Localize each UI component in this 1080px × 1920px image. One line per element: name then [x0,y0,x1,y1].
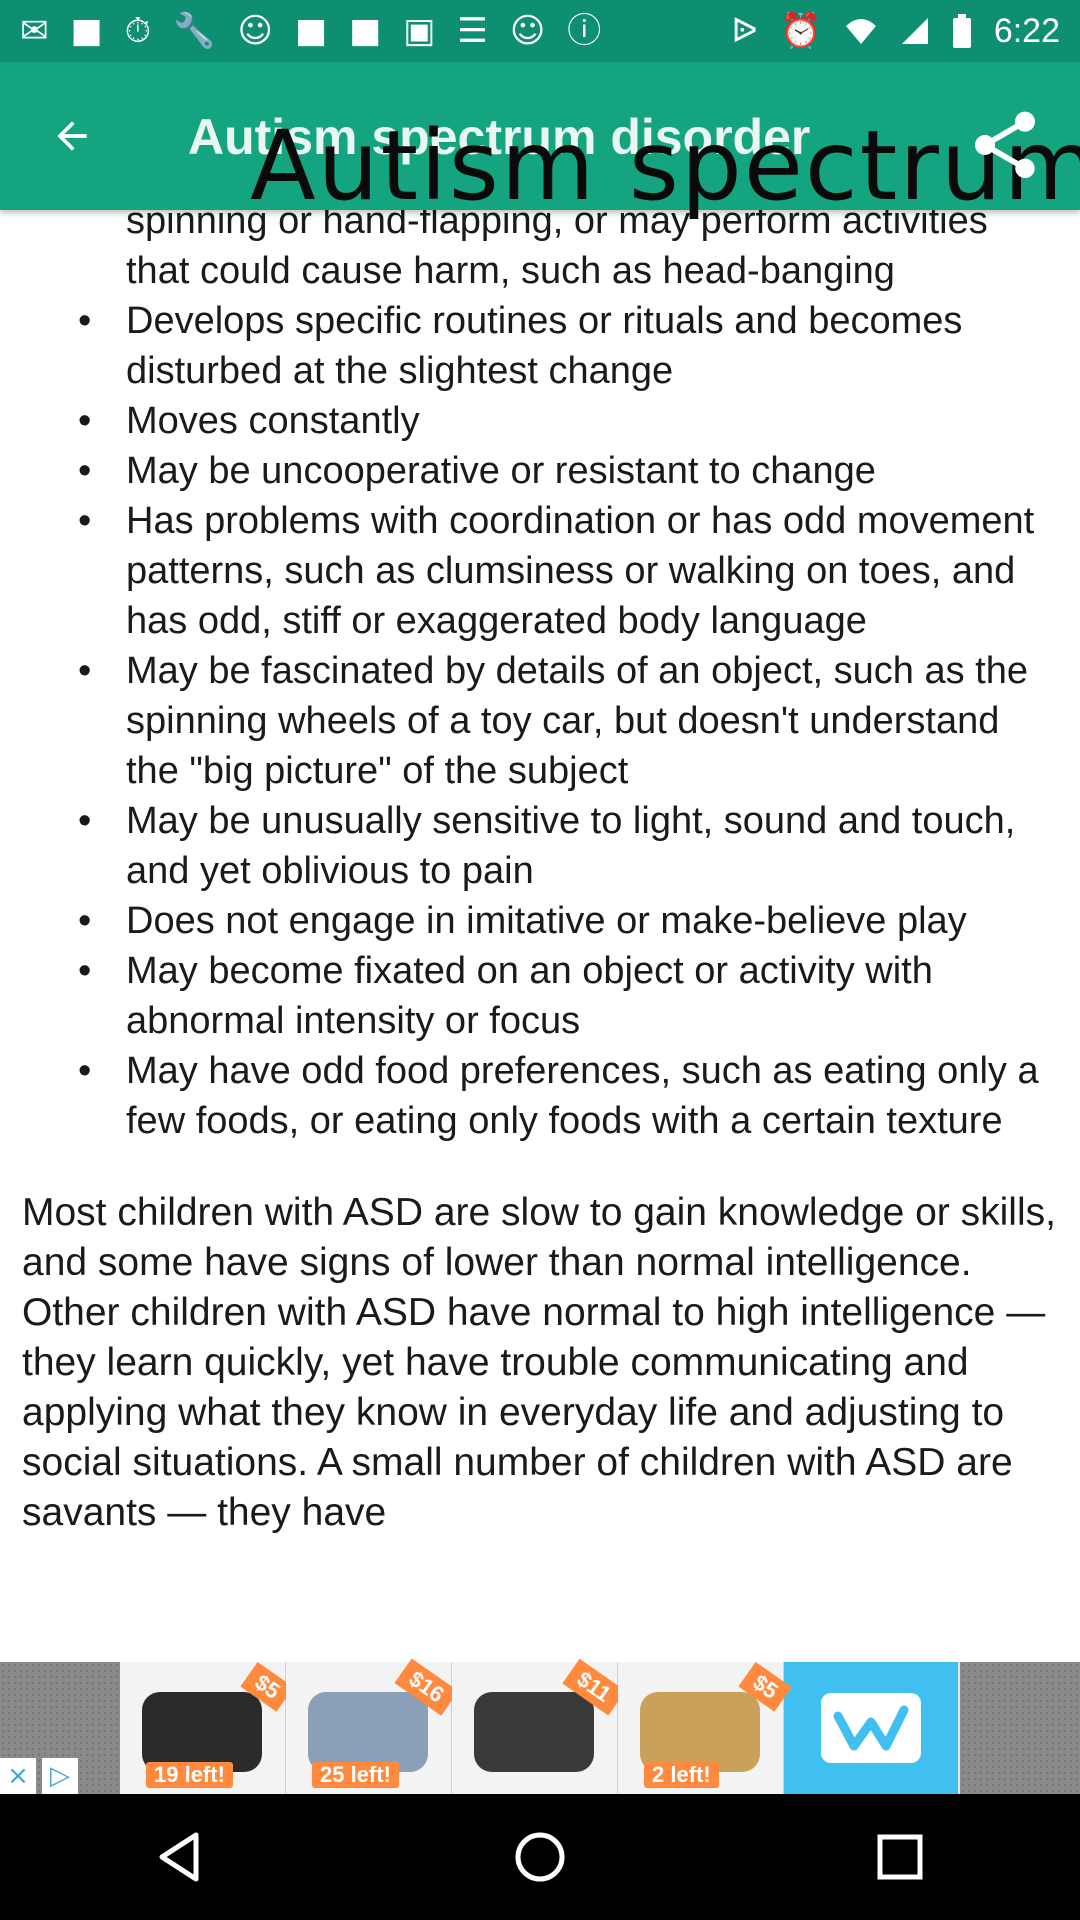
info-icon: ⓘ [567,11,602,51]
ad-stock-tag: 2 left! [644,1762,719,1788]
smiley-icon: ☺ [237,11,273,51]
bluetooth-icon: ᐉ [731,11,758,51]
wish-logo-icon [821,1693,921,1763]
signal-icon [901,18,928,44]
share-icon [975,111,1035,179]
message-icon: ✉ [20,11,49,51]
flipboard-icon: ■ [70,11,103,51]
list-item: Does not engage in imitative or make-bel… [0,896,1060,946]
nav-home-button[interactable] [490,1807,590,1907]
wifi-icon [845,19,876,44]
news-icon: ☰ [457,11,488,51]
clock: 6:22 [993,11,1060,50]
system-icons: ᐉ ⏰ 6:22 [731,12,1060,51]
symptom-list: spinning or hand-flapping, or may perfor… [0,210,1080,1146]
share-button[interactable] [960,100,1050,190]
adchoices-icon[interactable]: ▷ [42,1758,78,1794]
recents-icon [877,1834,923,1880]
list-item: May be uncooperative or resistant to cha… [0,446,1060,496]
ad-stock-tag: 19 left! [146,1762,233,1788]
ad-stock-tag: 25 left! [312,1762,399,1788]
list-item: Has problems with coordination or has od… [0,496,1060,646]
nav-recents-button[interactable] [850,1807,950,1907]
ad-product-lighter[interactable]: $16 25 left! [286,1658,459,1794]
flipboard-icon: ■ [294,11,328,51]
page-title: Autism spectrum disorder [188,109,811,165]
alarm-icon: ⏰ [779,11,822,51]
smiley-icon: ☺ [509,11,546,51]
flipboard-icon: ■ [349,11,382,51]
list-item: Develops specific routines or rituals an… [0,296,1060,396]
list-item: spinning or hand-flapping, or may perfor… [126,210,988,292]
navigation-bar [0,1794,1080,1920]
home-icon [515,1832,565,1882]
list-item: May be fascinated by details of an objec… [0,646,1060,796]
back-icon [159,1832,199,1882]
list-item: May have odd food preferences, such as e… [0,1046,1060,1146]
ad-creative[interactable]: $5 19 left! $16 25 left! $11 $5 2 left! [120,1658,960,1794]
article-scroll: spinning or hand-flapping, or may perfor… [0,210,1080,1538]
wish-logo[interactable] [784,1662,958,1794]
list-item: Moves constantly [0,396,1060,446]
timer-icon: ⏱ [124,11,152,51]
article-content[interactable]: spinning or hand-flapping, or may perfor… [0,210,1080,1662]
ad-banner[interactable]: $5 19 left! $16 25 left! $11 $5 2 left! … [0,1658,1080,1794]
arrow-back-icon [57,121,87,151]
qt-icon: ▣ [403,11,436,51]
close-icon[interactable]: × [0,1758,36,1794]
ad-product-vest[interactable]: $5 2 left! [618,1661,792,1794]
status-bar: ✉ ■ ⏱ 🔧 ☺ ■ ■ ▣ ☰ ☺ ⓘ ᐉ ⏰ 6:22 [0,0,1080,62]
app-bar: Autism spectrum disorder Autism spectrum [0,62,1080,222]
nav-back-button[interactable] [130,1807,230,1907]
back-button[interactable] [36,100,108,172]
battery-icon [952,14,971,48]
notification-icons: ✉ ■ ⏱ 🔧 ☺ ■ ■ ▣ ☰ ☺ ⓘ [20,14,601,48]
list-item: May become fixated on an object or activ… [0,946,1060,1046]
wrench-icon: 🔧 [173,11,216,51]
body-paragraph: Most children with ASD are slow to gain … [22,1191,1056,1534]
ad-product-controller[interactable]: $5 19 left! [120,1661,294,1794]
ad-product-jacket[interactable]: $11 [452,1658,625,1794]
list-item: May be unusually sensitive to light, sou… [0,796,1060,896]
